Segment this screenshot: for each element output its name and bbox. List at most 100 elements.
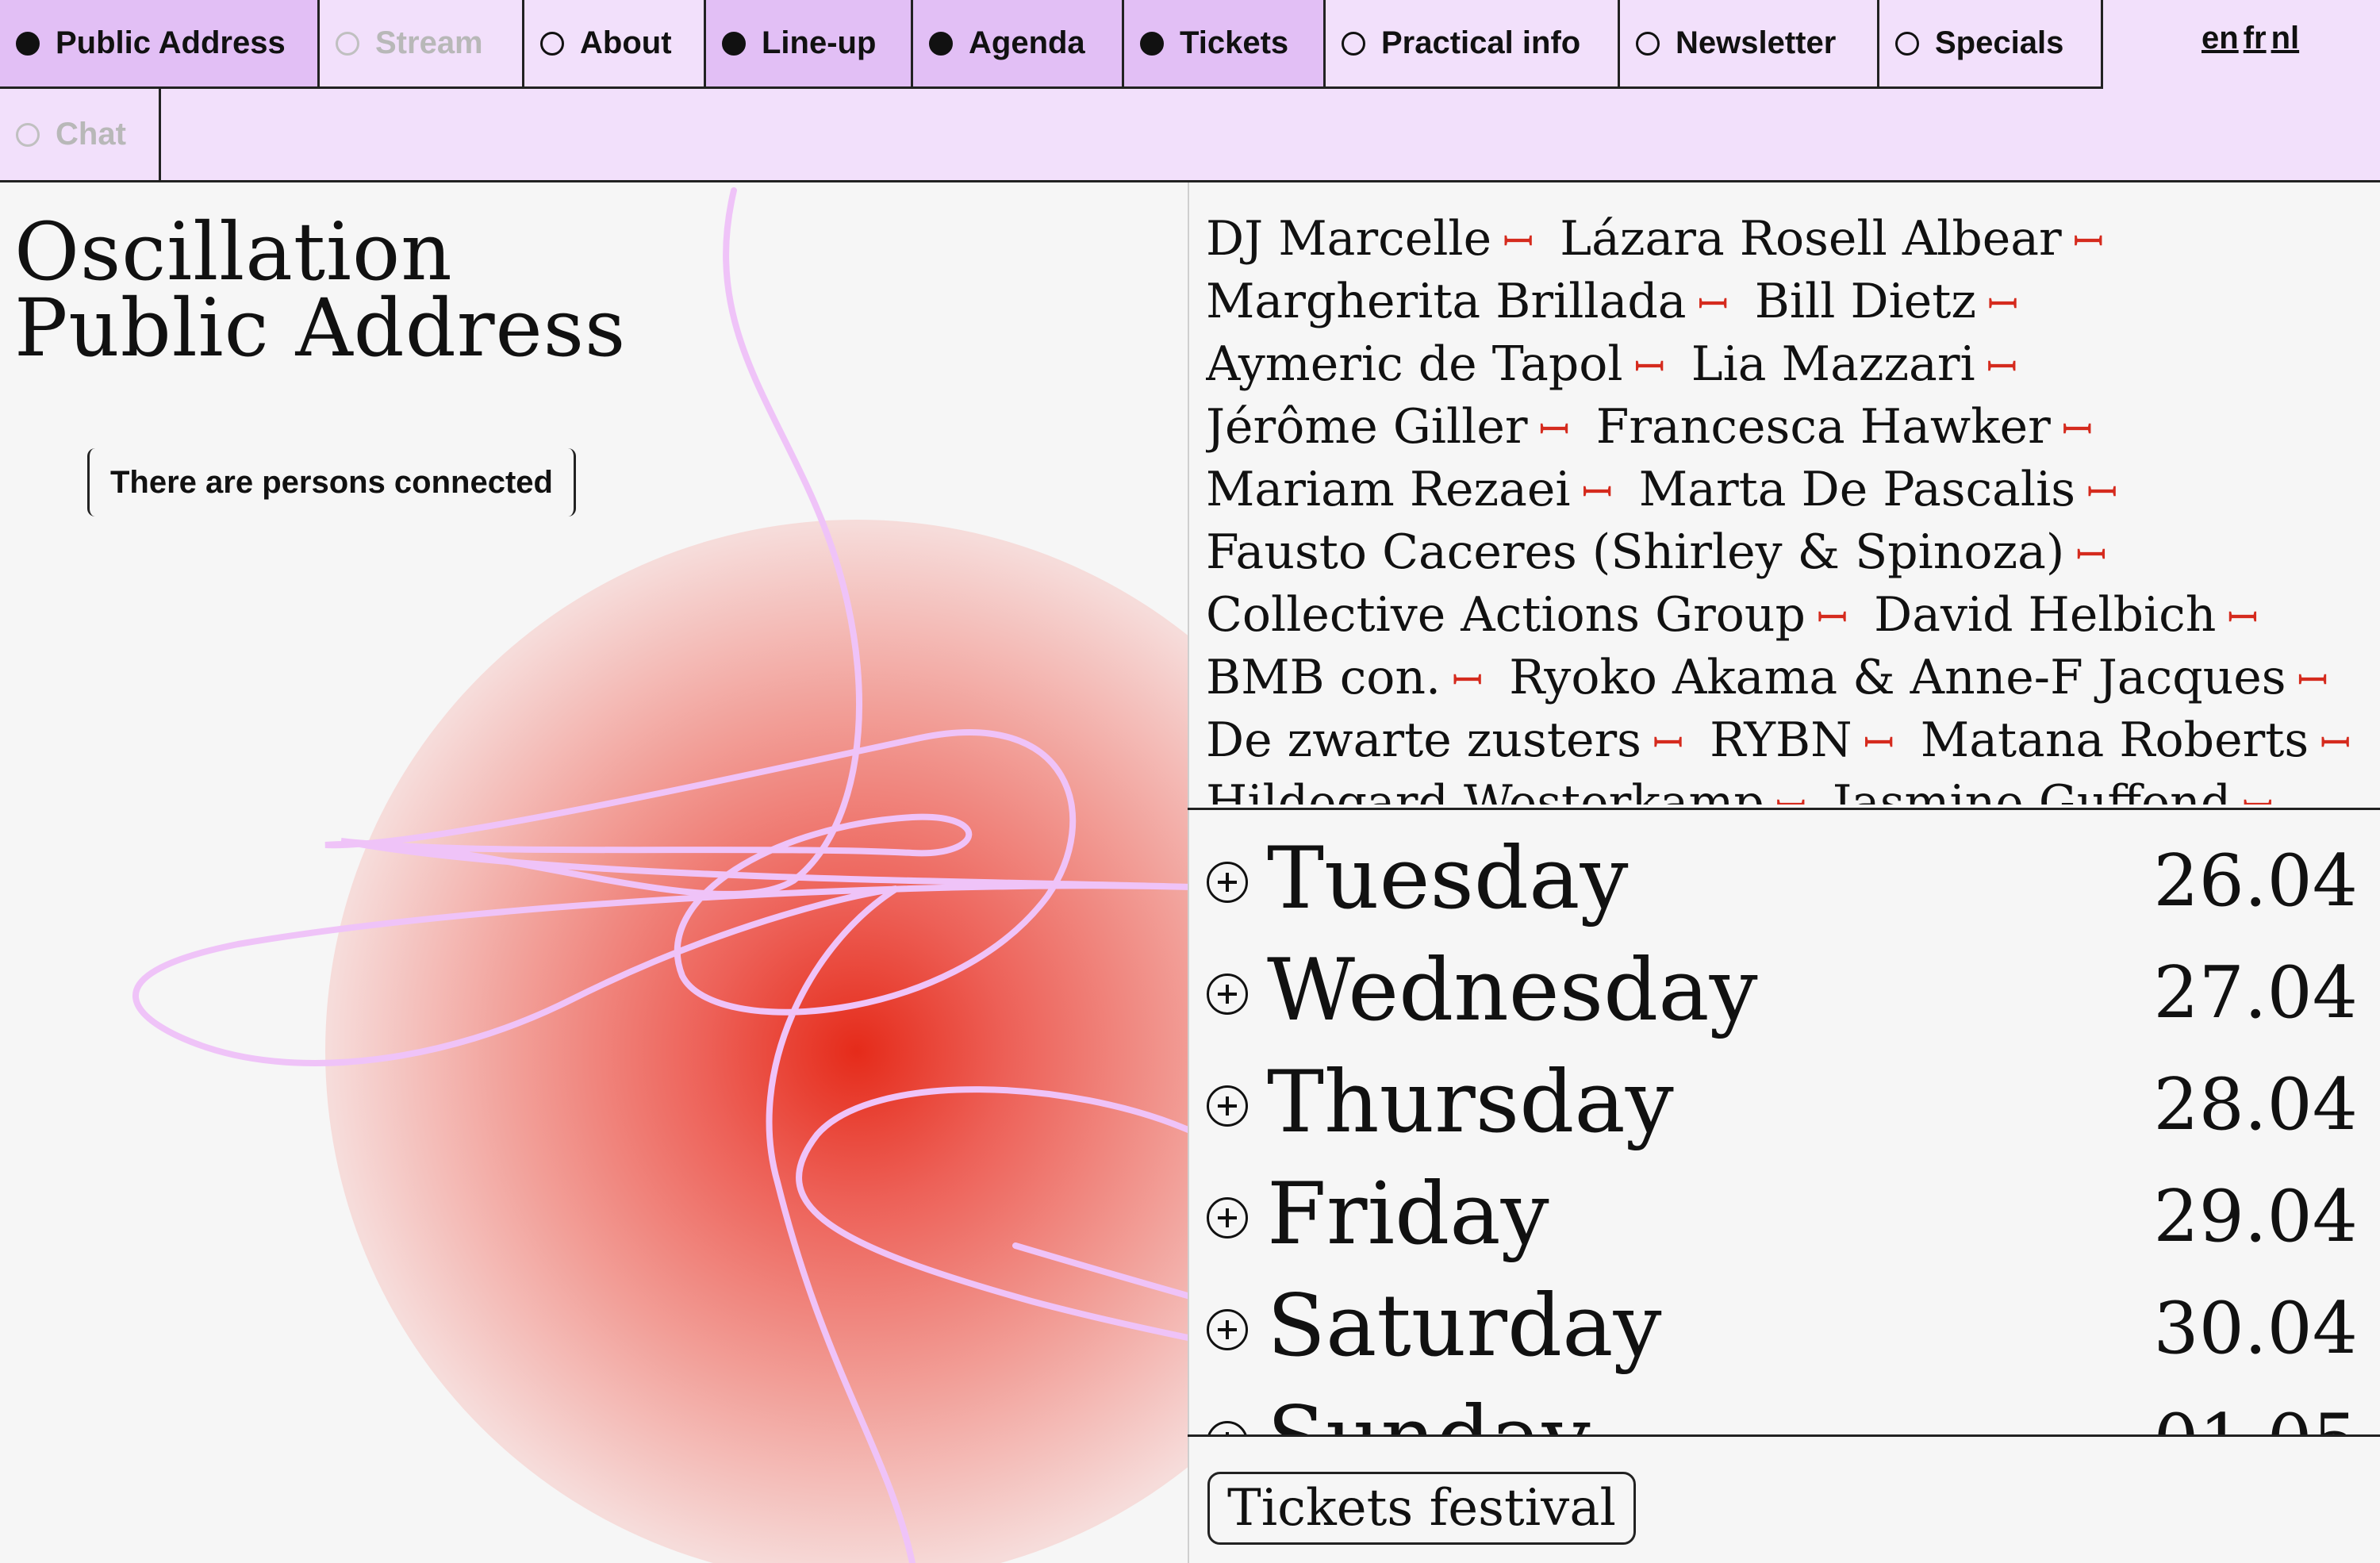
- tab-chat[interactable]: Chat: [0, 89, 161, 182]
- tilde-dash-icon: ꟷ: [1697, 282, 1729, 327]
- tilde-dash-icon: ꟷ: [1986, 345, 2017, 390]
- lineup-artist: DJ Marcelle: [1206, 211, 1492, 267]
- page-title: Oscillation Public Address: [14, 213, 626, 368]
- tab-label: Specials: [1935, 25, 2064, 60]
- day-date: 29.04: [2153, 1175, 2358, 1258]
- day-name: Thursday: [1267, 1053, 1674, 1152]
- lineup-artist: RYBN: [1710, 712, 1852, 768]
- tab-status-dot-icon: [336, 31, 359, 56]
- tab-agenda[interactable]: Agenda: [913, 0, 1124, 89]
- lineup-artist: Jérôme Giller: [1206, 399, 1528, 455]
- tilde-dash-icon: ꟷ: [1816, 596, 1848, 640]
- tilde-dash-icon: ꟷ: [2061, 408, 2093, 452]
- agenda-day-friday[interactable]: Friday 29.04: [1188, 1151, 2380, 1262]
- public-address-visual: Oscillation Public Address There are per…: [0, 182, 1188, 1563]
- lineup-artist: De zwarte zusters: [1206, 712, 1641, 768]
- agenda-divider: [1188, 1434, 2380, 1437]
- day-name: Wednesday: [1267, 941, 1758, 1040]
- tab-status-dot-icon: [540, 31, 564, 56]
- tab-label: About: [580, 25, 672, 60]
- language-link-en[interactable]: en: [2202, 21, 2239, 56]
- lineup-divider: [1188, 808, 2380, 810]
- tab-tickets[interactable]: Tickets: [1124, 0, 1326, 89]
- tab-newsletter[interactable]: Newsletter: [1620, 0, 1879, 89]
- language-link-nl[interactable]: nl: [2271, 21, 2300, 56]
- tilde-dash-icon: ꟷ: [2072, 220, 2104, 264]
- language-switcher: en fr nl: [2202, 21, 2304, 56]
- tab-status-dot-icon: [1895, 31, 1919, 56]
- tab-status-dot-icon: [929, 31, 953, 56]
- plus-circle-icon[interactable]: [1207, 862, 1248, 903]
- tab-status-dot-icon: [722, 31, 746, 56]
- tab-status-dot-icon: [1140, 31, 1164, 56]
- tab-label: Chat: [56, 117, 126, 152]
- tab-practical-info[interactable]: Practical info: [1326, 0, 1620, 89]
- sound-scribble-line: [132, 187, 1188, 1563]
- tilde-dash-icon: ꟷ: [2242, 784, 2273, 805]
- tab-stream[interactable]: Stream: [320, 0, 524, 89]
- day-date: 01.05: [2153, 1397, 2358, 1434]
- connected-status-badge: There are persons connected: [87, 448, 576, 517]
- tab-status-dot-icon: [1636, 31, 1660, 56]
- agenda-day-list: Tuesday 26.04 Wednesday 27.04 Thursday 2…: [1188, 816, 2380, 1434]
- tab-line-up[interactable]: Line-up: [706, 0, 913, 89]
- day-name: Friday: [1267, 1165, 1549, 1264]
- agenda-day-tuesday[interactable]: Tuesday 26.04: [1188, 816, 2380, 927]
- tilde-dash-icon: ꟷ: [1633, 345, 1665, 390]
- tab-specials[interactable]: Specials: [1879, 0, 2103, 89]
- tab-status-dot-icon: [16, 122, 40, 147]
- tab-label: Tickets: [1180, 25, 1289, 60]
- plus-circle-icon[interactable]: [1207, 1421, 1248, 1434]
- tab-label: Line-up: [762, 25, 877, 60]
- day-date: 27.04: [2153, 951, 2358, 1035]
- tilde-dash-icon: ꟷ: [1452, 659, 1484, 703]
- lineup-artist: Margherita Brillada: [1206, 274, 1687, 329]
- title-line-2: Public Address: [14, 282, 627, 374]
- language-link-fr[interactable]: fr: [2244, 21, 2267, 56]
- tilde-dash-icon: ꟷ: [2086, 470, 2118, 515]
- agenda-day-sunday[interactable]: Sunday 01.05: [1188, 1375, 2380, 1434]
- tab-label: Agenda: [969, 25, 1085, 60]
- day-date: 28.04: [2153, 1063, 2358, 1146]
- agenda-day-thursday[interactable]: Thursday 28.04: [1188, 1039, 2380, 1150]
- lineup-artist: Hildegard Westerkamp: [1206, 775, 1764, 805]
- tab-status-dot-icon: [16, 31, 40, 56]
- lineup-artist: Fausto Caceres (Shirley & Spinoza): [1206, 524, 2065, 580]
- lineup-artist: BMB con.: [1206, 650, 1441, 705]
- plus-circle-icon[interactable]: [1207, 1197, 1248, 1238]
- lineup-artist: Jasmine Guffond: [1832, 775, 2232, 805]
- plus-circle-icon[interactable]: [1207, 1309, 1248, 1350]
- day-date: 26.04: [2153, 839, 2358, 923]
- tab-public-address[interactable]: Public Address: [0, 0, 320, 89]
- lineup-artist: Marta De Pascalis: [1638, 462, 2076, 517]
- agenda-day-wednesday[interactable]: Wednesday 27.04: [1188, 927, 2380, 1039]
- tilde-dash-icon: ꟷ: [2227, 596, 2259, 640]
- tab-label: Stream: [375, 25, 483, 60]
- tilde-dash-icon: ꟷ: [2320, 721, 2351, 766]
- day-name: Tuesday: [1267, 829, 1629, 928]
- tilde-dash-icon: ꟷ: [1581, 470, 1613, 515]
- tab-status-dot-icon: [1342, 31, 1365, 56]
- lineup-artist: Aymeric de Tapol: [1206, 336, 1623, 392]
- top-navigation: Public Address Stream About Line-up Agen…: [0, 0, 2380, 182]
- tab-label: Public Address: [56, 25, 286, 60]
- plus-circle-icon[interactable]: [1207, 1085, 1248, 1127]
- day-date: 30.04: [2153, 1287, 2358, 1370]
- day-name: Sunday: [1267, 1391, 1591, 1435]
- tab-about[interactable]: About: [524, 0, 706, 89]
- tab-label: Practical info: [1381, 25, 1581, 60]
- plus-circle-icon[interactable]: [1207, 974, 1248, 1015]
- tilde-dash-icon: ꟷ: [2297, 659, 2328, 703]
- tilde-dash-icon: ꟷ: [1987, 282, 2019, 327]
- tab-label: Newsletter: [1676, 25, 1837, 60]
- lineup-artist: Lia Mazzari: [1691, 336, 1975, 392]
- tilde-dash-icon: ꟷ: [1503, 220, 1534, 264]
- lineup-artist: Bill Dietz: [1754, 274, 1976, 329]
- lineup-artist: Mariam Rezaei: [1206, 462, 1571, 517]
- tilde-dash-icon: ꟷ: [1538, 408, 1570, 452]
- lineup-artist: Collective Actions Group: [1206, 587, 1806, 643]
- lineup-artist: Francesca Hawker: [1595, 399, 2051, 455]
- tickets-festival-button[interactable]: Tickets festival: [1207, 1472, 1636, 1545]
- tilde-dash-icon: ꟷ: [1863, 721, 1894, 766]
- agenda-day-saturday[interactable]: Saturday 30.04: [1188, 1263, 2380, 1374]
